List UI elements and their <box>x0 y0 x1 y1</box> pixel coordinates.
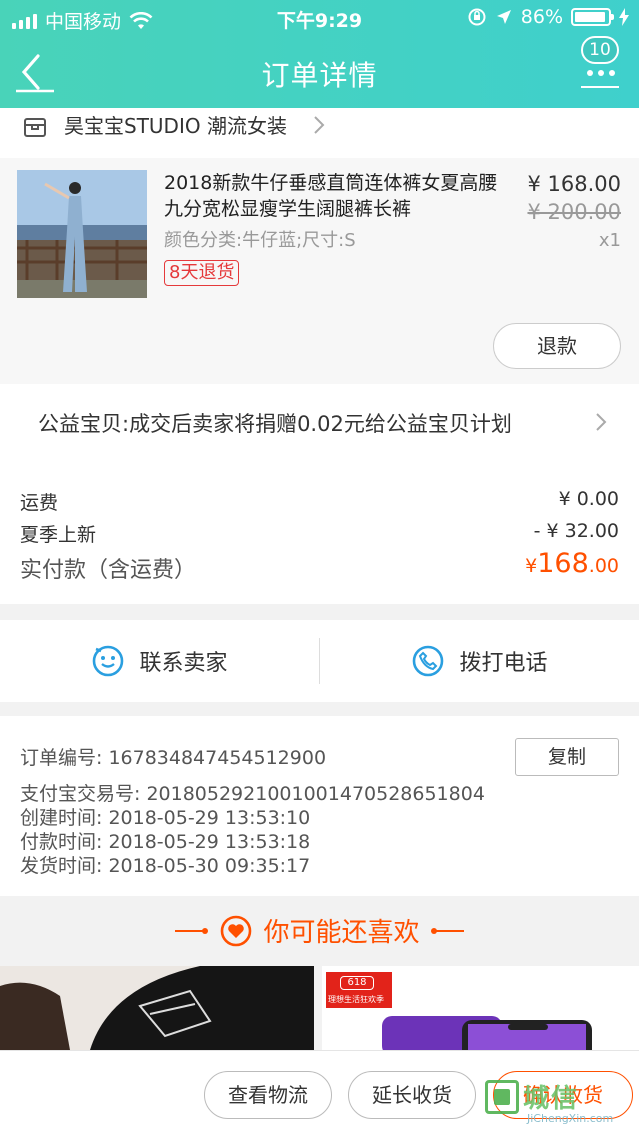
chevron-right-icon <box>314 116 325 134</box>
heart-icon <box>221 915 252 946</box>
navbar: 订单详情 10 <box>0 36 639 108</box>
more-underline <box>581 86 619 88</box>
recommend-title: 你可能还喜欢 <box>263 918 420 948</box>
shop-name: 昊宝宝STUDIO 潮流女装 <box>64 114 287 138</box>
product-original-price: ¥ 200.00 <box>527 200 621 224</box>
recommend-item-cap[interactable] <box>0 966 314 1050</box>
store-icon <box>24 118 46 137</box>
copy-button[interactable]: 复制 <box>515 738 619 776</box>
recommend-header: 你可能还喜欢 <box>0 896 639 966</box>
product-price: ¥ 168.00 <box>527 172 621 196</box>
discount-row: 夏季上新 - ¥ 32.00 <box>20 520 619 547</box>
chat-smile-icon <box>93 645 124 677</box>
battery-icon <box>571 8 614 26</box>
shipping-fee-row: 运费 ¥ 0.00 <box>20 488 619 515</box>
contact-bar: 联系卖家 拨打电话 <box>0 620 639 702</box>
chevron-right-icon <box>596 413 607 431</box>
product-sku: 颜色分类:牛仔蓝;尺寸:S <box>164 230 356 251</box>
created-time: 创建时间: 2018-05-29 13:53:10 <box>20 807 311 829</box>
left-arrow-decoration-icon <box>175 927 209 934</box>
right-arrow-decoration-icon <box>430 927 464 934</box>
charging-icon <box>619 8 629 26</box>
view-logistics-button[interactable]: 查看物流 <box>204 1071 332 1119</box>
header: 中国移动 下午9:29 86% 订单详情 10 <box>0 0 639 108</box>
watermark: 城信 JiChengXin.com <box>483 1076 633 1132</box>
call-phone-button[interactable]: 拨打电话 <box>320 620 639 702</box>
charity-row[interactable]: 公益宝贝:成交后卖家将捐赠0.02元给公益宝贝计划 <box>0 384 639 460</box>
fee-summary: 运费 ¥ 0.00 夏季上新 - ¥ 32.00 实付款（含运费） ¥168.0… <box>0 460 639 604</box>
contact-seller-button[interactable]: 联系卖家 <box>0 620 319 702</box>
watermark-url: JiChengXin.com <box>527 1112 614 1125</box>
order-number: 订单编号: 1678348474545129​00 <box>20 747 327 769</box>
cap-product-image <box>0 966 314 1050</box>
promo-618-badge: 618 <box>340 976 374 990</box>
watermark-name: 城信 <box>523 1084 580 1114</box>
phone-icon <box>413 645 444 677</box>
message-count-badge: 10 <box>581 36 619 64</box>
page-title: 订单详情 <box>261 59 378 92</box>
total-integer: 168 <box>537 548 589 579</box>
order-info: 订单编号: 1678348474545129​00 支付宝交易号: 201805… <box>0 716 639 896</box>
refund-button[interactable]: 退款 <box>493 323 621 369</box>
shipping-value: ¥ 0.00 <box>558 488 619 510</box>
paid-time: 付款时间: 2018-05-29 13:53:18 <box>20 831 311 853</box>
promo-slogan: 理想生活狂欢季 <box>328 995 384 1004</box>
location-icon <box>496 10 511 24</box>
product-quantity: x1 <box>598 230 621 251</box>
product-card[interactable]: 2018新款牛仔垂感直筒连体裤女夏高腰九分宽松显瘦学生阔腿裤长裤 颜色分类:牛仔… <box>0 158 639 384</box>
call-phone-label: 拨打电话 <box>459 651 548 676</box>
shipped-time: 发货时间: 2018-05-30 09:35:17 <box>20 855 311 877</box>
contact-seller-label: 联系卖家 <box>139 651 228 676</box>
more-menu-button[interactable]: 10 <box>579 36 623 94</box>
total-row: 实付款（含运费） ¥168.00 <box>20 548 619 584</box>
recommend-grid: 618 理想生活狂欢季 <box>0 966 639 1050</box>
order-detail-page: 中国移动 下午9:29 86% 订单详情 10 昊宝宝STUDIO 潮流女装 2… <box>0 0 639 1136</box>
discount-value: - ¥ 32.00 <box>533 520 619 542</box>
status-bar: 中国移动 下午9:29 86% <box>0 0 639 36</box>
charity-text: 公益宝贝:成交后卖家将捐赠0.02元给公益宝贝计划 <box>38 412 512 436</box>
promo-618-banner: 618 理想生活狂欢季 <box>326 972 392 1008</box>
alipay-trade-number: 支付宝交易号: 2018052921001001470528651804 <box>20 783 485 805</box>
shipping-label: 运费 <box>20 492 59 514</box>
total-decimal: .00 <box>588 555 619 577</box>
bottom-action-bar: 查看物流 延长收货 确认收货 城信 JiChengXin.com <box>0 1050 639 1136</box>
more-dots-icon <box>587 70 615 76</box>
battery-percent: 86% <box>520 6 563 28</box>
discount-label: 夏季上新 <box>20 524 97 546</box>
orientation-lock-icon <box>468 8 486 26</box>
extend-receipt-button[interactable]: 延长收货 <box>348 1071 476 1119</box>
total-label: 实付款（含运费） <box>20 558 197 583</box>
product-image <box>17 170 147 298</box>
product-title: 2018新款牛仔垂感直筒连体裤女夏高腰九分宽松显瘦学生阔腿裤长裤 <box>164 172 498 220</box>
total-currency: ¥ <box>525 555 538 577</box>
recommend-item-phone[interactable]: 618 理想生活狂欢季 <box>322 966 639 1050</box>
total-value: ¥168.00 <box>525 548 619 579</box>
watermark-logo-icon <box>485 1080 519 1114</box>
return-policy-tag: 8天退货 <box>164 260 240 286</box>
shop-row[interactable]: 昊宝宝STUDIO 潮流女装 <box>0 108 639 158</box>
